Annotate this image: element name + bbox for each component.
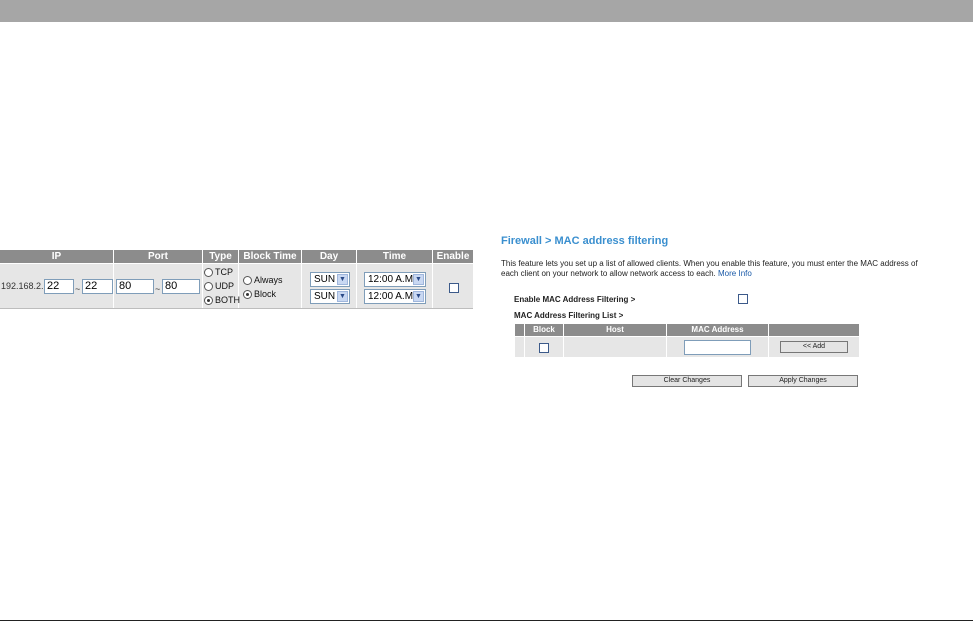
block-time-block-label: Block	[254, 289, 277, 299]
more-info-link[interactable]: More Info	[718, 269, 752, 278]
header-block-time: Block Time	[239, 250, 301, 263]
enable-mac-filtering-label: Enable MAC Address Filtering >	[514, 295, 636, 304]
mac-filtering-list-label: MAC Address Filtering List >	[514, 311, 624, 320]
port-end-input[interactable]: 80	[162, 279, 200, 294]
clear-changes-button[interactable]: Clear Changes	[632, 375, 742, 387]
ip-filter-header-row: IP Port Type Block Time Day Time Enable	[0, 250, 473, 263]
day-to-value: SUN	[314, 291, 336, 302]
port-range-separator: ~	[155, 284, 161, 294]
day-from-value: SUN	[314, 274, 336, 285]
chevron-down-icon[interactable]: ▼	[337, 274, 348, 285]
day-from-select[interactable]: SUN ▼	[310, 272, 350, 287]
mac-filter-table: Block Host MAC Address << Add	[515, 324, 859, 357]
type-both-label: BOTH	[215, 295, 241, 305]
top-bar	[0, 0, 973, 22]
header-block: Block	[525, 324, 563, 336]
header-type: Type	[203, 250, 238, 263]
description-text: This feature lets you set up a list of a…	[501, 259, 921, 279]
header-mac-address: MAC Address	[667, 324, 768, 336]
header-port: Port	[114, 250, 202, 263]
type-tcp-radio-icon[interactable]	[204, 268, 213, 277]
block-time-block-radio-icon[interactable]	[243, 290, 252, 299]
ip-range-separator: ~	[75, 284, 81, 294]
description-body: This feature lets you set up a list of a…	[501, 259, 918, 278]
header-time: Time	[357, 250, 432, 263]
page-title: Firewall > MAC address filtering	[501, 235, 669, 247]
day-to-select[interactable]: SUN ▼	[310, 289, 350, 304]
chevron-down-icon[interactable]: ▼	[337, 291, 348, 302]
apply-changes-button[interactable]: Apply Changes	[748, 375, 858, 387]
mac-address-input[interactable]	[684, 340, 751, 355]
block-time-always-label: Always	[254, 275, 283, 285]
type-udp-radio-icon[interactable]	[204, 282, 213, 291]
port-start-input[interactable]: 80	[116, 279, 154, 294]
header-ip: IP	[0, 250, 113, 263]
chevron-down-icon[interactable]: ▼	[413, 274, 424, 285]
header-host: Host	[564, 324, 666, 336]
block-checkbox-icon[interactable]	[539, 343, 549, 353]
time-from-select[interactable]: 12:00 A.M. ▼	[364, 272, 426, 287]
add-button[interactable]: << Add	[780, 341, 848, 353]
chevron-down-icon[interactable]: ▼	[413, 291, 424, 302]
block-time-always-radio-icon[interactable]	[243, 276, 252, 285]
bottom-divider	[0, 620, 973, 621]
enable-checkbox-icon[interactable]	[449, 283, 459, 293]
type-tcp-label: TCP	[215, 267, 233, 277]
ip-filter-table: IP Port Type Block Time Day Time Enable …	[0, 250, 473, 309]
ip-start-input[interactable]: 22	[44, 279, 74, 294]
header-enable: Enable	[433, 250, 473, 263]
time-to-value: 12:00 A.M.	[368, 291, 416, 302]
time-to-select[interactable]: 12:00 A.M. ▼	[364, 289, 426, 304]
header-day: Day	[302, 250, 356, 263]
type-both-radio-icon[interactable]	[204, 296, 213, 305]
ip-end-input[interactable]: 22	[82, 279, 113, 294]
time-from-value: 12:00 A.M.	[368, 274, 416, 285]
ip-filter-row: 192.168.2. 22 ~ 22 80 ~ 80 TCP UDP BOTH …	[0, 264, 473, 308]
type-udp-label: UDP	[215, 281, 235, 291]
ip-prefix-label: 192.168.2.	[1, 281, 44, 291]
enable-mac-filtering-checkbox-icon[interactable]	[738, 294, 748, 304]
